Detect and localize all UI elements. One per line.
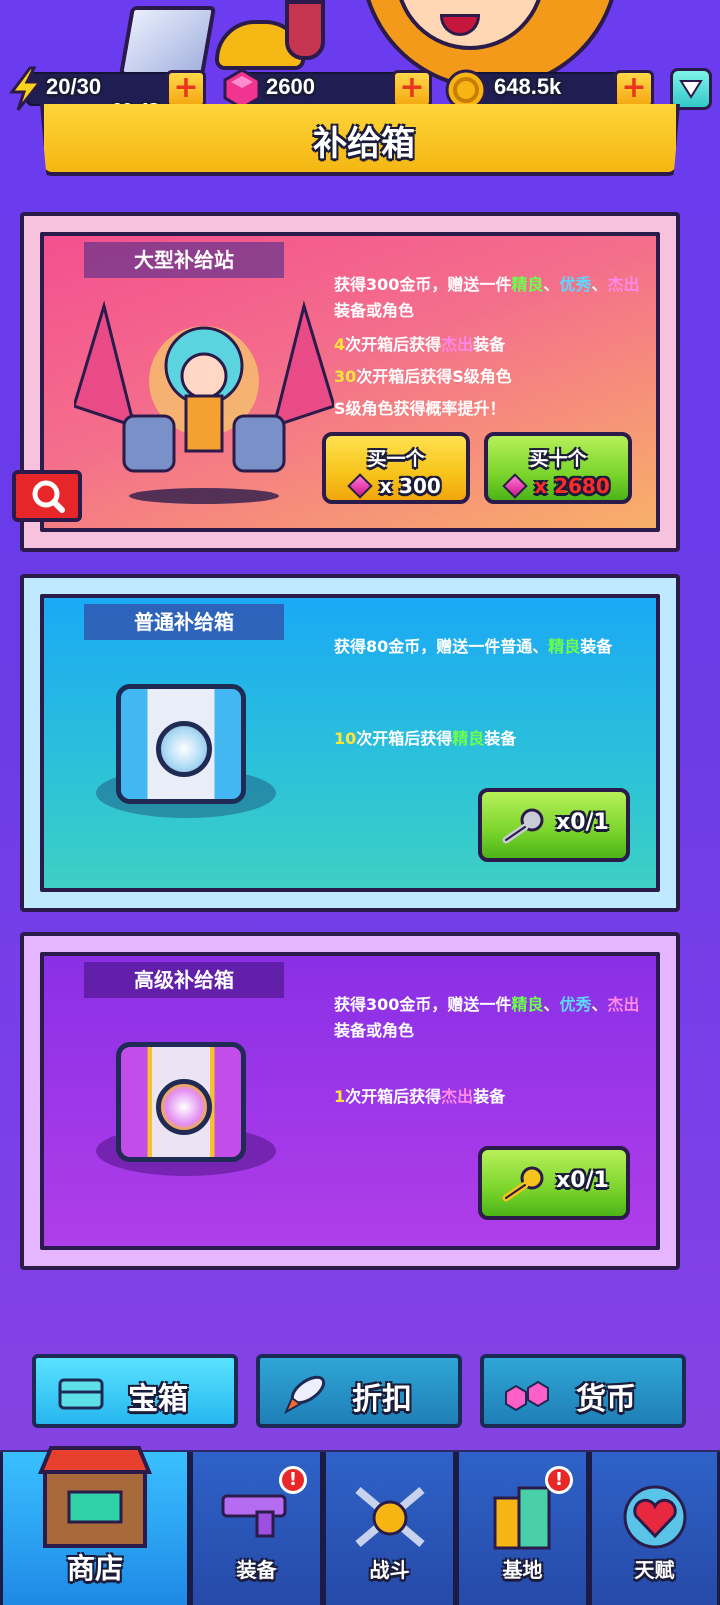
silver-key-icon	[502, 808, 544, 844]
gem-icon	[223, 68, 261, 110]
buy-one-label: 买一个	[367, 448, 425, 470]
open-advanced-box-button[interactable]: x0/1	[478, 1146, 630, 1220]
heart-shield-icon	[623, 1485, 686, 1549]
nav-base[interactable]: ! 基地	[456, 1452, 589, 1605]
tab-chests[interactable]: 宝箱	[32, 1354, 238, 1428]
card-normal-inner: 普通补给箱 获得80金币，赠送一件普通、精良装备 10次开箱后获得精良装备 x0…	[40, 594, 660, 892]
buy-ten-price: x 2680	[488, 473, 628, 499]
normal-chest-art	[116, 684, 246, 804]
alert-badge: !	[279, 1466, 307, 1494]
vip-shield-button[interactable]	[670, 68, 712, 110]
card-big-inner: 大型补给站 获得300金币，赠送一件精良、优秀、杰出装备或角色 4次开箱后获得杰…	[40, 232, 660, 532]
preview-button[interactable]	[12, 470, 82, 522]
shop-icon	[38, 1446, 152, 1548]
big-desc-line1: 获得300金币，赠送一件精良、优秀、杰出装备或角色	[334, 275, 640, 320]
nav-equipment-label: 装备	[236, 1558, 277, 1582]
big-desc-line2: 4次开箱后获得杰出装备	[334, 335, 506, 354]
normal-key-count: x0/1	[556, 810, 609, 835]
advanced-desc-line1: 获得300金币，赠送一件精良、优秀、杰出装备或角色	[334, 995, 640, 1040]
gem-icon	[347, 473, 373, 499]
rocket-icon	[284, 1375, 326, 1414]
add-coins-button[interactable]: +	[614, 70, 654, 108]
building-icon	[493, 1486, 550, 1550]
coin-value: 648.5k	[494, 74, 562, 99]
bottom-nav: 商店 ! 装备 战斗 ! 基地 天赋	[0, 1446, 720, 1605]
tab-chests-label: 宝箱	[128, 1382, 188, 1417]
card-advanced-inner: 高级补给箱 获得300金币，赠送一件精良、优秀、杰出装备或角色 1次开箱后获得杰…	[40, 952, 660, 1250]
nav-base-label: 基地	[502, 1558, 543, 1582]
magnifier-icon	[32, 480, 65, 513]
advanced-chest-art	[116, 1042, 246, 1162]
big-desc-line4: S级角色获得概率提升！	[334, 399, 506, 418]
drink-glass-art	[285, 0, 325, 60]
card-title: 普通补给箱	[84, 604, 284, 640]
tab-discount-label: 折扣	[352, 1382, 412, 1417]
gold-key-icon	[502, 1166, 544, 1202]
add-gems-button[interactable]: +	[392, 70, 432, 108]
buy-ten-button[interactable]: 买十个 x 2680	[484, 432, 632, 504]
gem-value: 2600	[266, 74, 315, 99]
tab-currency[interactable]: 货币	[480, 1354, 686, 1428]
normal-desc-line1: 获得80金币，赠送一件普通、精良装备	[334, 637, 613, 656]
tab-discount[interactable]: 折扣	[256, 1354, 462, 1428]
lightning-icon	[9, 66, 44, 111]
card-advanced-supply-box: 高级补给箱 获得300金币，赠送一件精良、优秀、杰出装备或角色 1次开箱后获得杰…	[20, 932, 680, 1270]
chest-lens	[156, 1079, 212, 1135]
shield-icon	[679, 80, 703, 99]
add-energy-button[interactable]: +	[166, 70, 206, 108]
alert-badge: !	[545, 1466, 573, 1494]
nav-equipment[interactable]: ! 装备	[190, 1452, 323, 1605]
title-banner: 补给箱	[40, 104, 680, 176]
gems-icon	[505, 1380, 549, 1412]
big-desc-line3: 30次开箱后获得S级角色	[334, 367, 512, 386]
advanced-key-count: x0/1	[556, 1168, 609, 1193]
energy-value: 20/30	[46, 74, 102, 99]
open-normal-box-button[interactable]: x0/1	[478, 788, 630, 862]
page-title: 补给箱	[313, 124, 415, 164]
nav-battle[interactable]: 战斗	[323, 1452, 456, 1605]
card-title: 大型补给站	[84, 242, 284, 278]
buy-ten-label: 买十个	[529, 448, 587, 470]
card-big-supply-station: 大型补给站 获得300金币，赠送一件精良、优秀、杰出装备或角色 4次开箱后获得杰…	[20, 212, 680, 552]
advanced-desc-line2: 1次开箱后获得杰出装备	[334, 1087, 506, 1106]
buy-one-price: x 300	[326, 473, 466, 499]
gem-icon	[502, 473, 528, 499]
card-title: 高级补给箱	[84, 962, 284, 998]
character-art	[74, 300, 334, 504]
card-normal-supply-box: 普通补给箱 获得80金币，赠送一件普通、精良装备 10次开箱后获得精良装备 x0…	[20, 574, 680, 912]
tab-currency-label: 货币	[576, 1382, 636, 1417]
buy-one-button[interactable]: 买一个 x 300	[322, 432, 470, 504]
normal-desc-line2: 10次开箱后获得精良装备	[334, 729, 517, 748]
crossed-swords-icon	[354, 1486, 425, 1548]
chest-lens	[156, 721, 212, 777]
nav-battle-label: 战斗	[369, 1558, 410, 1582]
nav-shop[interactable]: 商店	[0, 1446, 190, 1605]
chest-icon	[58, 1378, 104, 1410]
nav-talent-label: 天赋	[634, 1558, 675, 1582]
nav-shop-label: 商店	[66, 1552, 123, 1585]
nav-talent[interactable]: 天赋	[589, 1452, 720, 1605]
